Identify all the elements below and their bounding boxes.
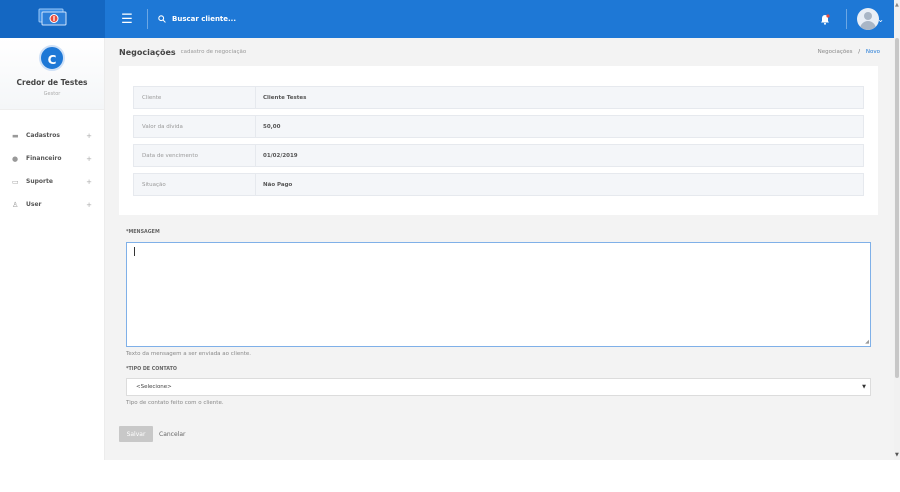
- cancel-button[interactable]: Cancelar: [159, 431, 185, 438]
- contact-type-help: Tipo de contato feito com o cliente.: [126, 400, 224, 406]
- sidebar-item-financeiro[interactable]: ● Financeiro +: [0, 147, 104, 170]
- page-title: Negociações: [119, 47, 176, 57]
- resize-grip-icon[interactable]: ◢: [865, 339, 869, 345]
- details-row-situacao: Situação Não Pago: [133, 173, 864, 196]
- expand-icon: +: [86, 177, 92, 186]
- scrollbar-thumb[interactable]: [895, 38, 899, 378]
- bell-icon: [821, 13, 830, 25]
- details-label: Cliente: [134, 87, 256, 108]
- details-card: Cliente Cliente Testes Valor da dívida 5…: [119, 66, 878, 215]
- sidebar: C Credor de Testes Gestor ▬ Cadastros + …: [0, 38, 105, 460]
- sidebar-profile: C Credor de Testes Gestor: [0, 38, 104, 110]
- avatar-head: [864, 12, 873, 20]
- brand-logo[interactable]: [0, 0, 105, 38]
- sidebar-item-label: Suporte: [26, 178, 53, 185]
- details-label: Data de vencimento: [134, 145, 256, 166]
- details-label: Situação: [134, 174, 256, 195]
- form-actions: Salvar Cancelar: [119, 426, 878, 442]
- page-scrollbar[interactable]: ▲ ▼: [894, 0, 900, 460]
- search-trigger[interactable]: Buscar cliente...: [158, 15, 236, 23]
- breadcrumb-current: Novo: [865, 49, 880, 55]
- sidebar-item-label: Financeiro: [26, 155, 62, 162]
- page-subtitle: cadastro de negociação: [180, 49, 247, 55]
- topbar-divider: [147, 9, 148, 29]
- message-label: *MENSAGEM: [126, 230, 160, 235]
- page-header: Negociações cadastro de negociação Negoc…: [105, 38, 894, 66]
- expand-icon: +: [86, 154, 92, 163]
- details-row-cliente: Cliente Cliente Testes: [133, 86, 864, 109]
- user-avatar[interactable]: [857, 8, 880, 30]
- dropdown-arrow-icon: ▼: [862, 384, 866, 390]
- message-help: Texto da mensagem a ser enviada ao clien…: [126, 351, 252, 357]
- topbar-divider-right: [846, 9, 848, 29]
- sidebar-item-cadastros[interactable]: ▬ Cadastros +: [0, 124, 104, 147]
- expand-icon: +: [86, 200, 92, 209]
- user-icon: ♙: [12, 200, 19, 209]
- search-icon: [158, 15, 166, 23]
- coin-icon: ●: [12, 154, 19, 163]
- contact-type-label: *TIPO DE CONTATO: [126, 367, 177, 372]
- folder-icon: ▬: [12, 131, 19, 140]
- breadcrumb-separator: /: [858, 49, 861, 55]
- profile-avatar[interactable]: C: [39, 45, 65, 71]
- details-value: 01/02/2019: [263, 152, 298, 159]
- scroll-down-icon[interactable]: ▼: [895, 452, 899, 458]
- details-value: 50,00: [263, 123, 281, 130]
- hamburger-icon[interactable]: ☰: [119, 12, 135, 27]
- app: ☰ Buscar cliente... ⌄ ▲ ▼ C Credor de Te…: [0, 0, 900, 492]
- details-value: Não Pago: [263, 181, 293, 188]
- expand-icon: +: [86, 131, 92, 140]
- scroll-up-icon[interactable]: ▲: [895, 2, 899, 8]
- details-value: Cliente Testes: [263, 94, 307, 101]
- sidebar-nav: ▬ Cadastros + ● Financeiro + ▭ Suporte +…: [0, 124, 104, 216]
- profile-name: Credor de Testes: [16, 78, 88, 87]
- main-content: Negociações cadastro de negociação Negoc…: [105, 38, 894, 460]
- chat-icon: ▭: [12, 177, 19, 186]
- sidebar-item-user[interactable]: ♙ User +: [0, 193, 104, 216]
- money-bills-icon: [38, 8, 68, 30]
- contact-type-select[interactable]: <Selecione> ▼: [126, 378, 871, 396]
- save-button[interactable]: Salvar: [119, 426, 153, 442]
- avatar-body: [860, 21, 877, 30]
- topbar-right: ⌄: [816, 8, 894, 30]
- sidebar-item-suporte[interactable]: ▭ Suporte +: [0, 170, 104, 193]
- profile-role: Gestor: [43, 91, 61, 97]
- search-label: Buscar cliente...: [172, 15, 236, 23]
- details-table: Cliente Cliente Testes Valor da dívida 5…: [133, 86, 864, 202]
- breadcrumb-parent[interactable]: Negociações: [818, 49, 853, 55]
- contact-type-value: <Selecione>: [136, 384, 172, 390]
- breadcrumb: Negociações / Novo: [818, 49, 880, 55]
- sidebar-item-label: Cadastros: [26, 132, 60, 139]
- details-row-vencimento: Data de vencimento 01/02/2019: [133, 144, 864, 167]
- negotiation-form: *MENSAGEM ◢ Texto da mensagem a ser envi…: [119, 230, 878, 442]
- message-textarea[interactable]: ◢: [126, 242, 871, 347]
- details-row-valor: Valor da dívida 50,00: [133, 115, 864, 138]
- text-cursor: [134, 247, 135, 256]
- sidebar-item-label: User: [26, 201, 42, 208]
- details-label: Valor da dívida: [134, 116, 256, 137]
- notification-button[interactable]: [816, 10, 834, 28]
- topbar: ☰ Buscar cliente... ⌄: [0, 0, 894, 38]
